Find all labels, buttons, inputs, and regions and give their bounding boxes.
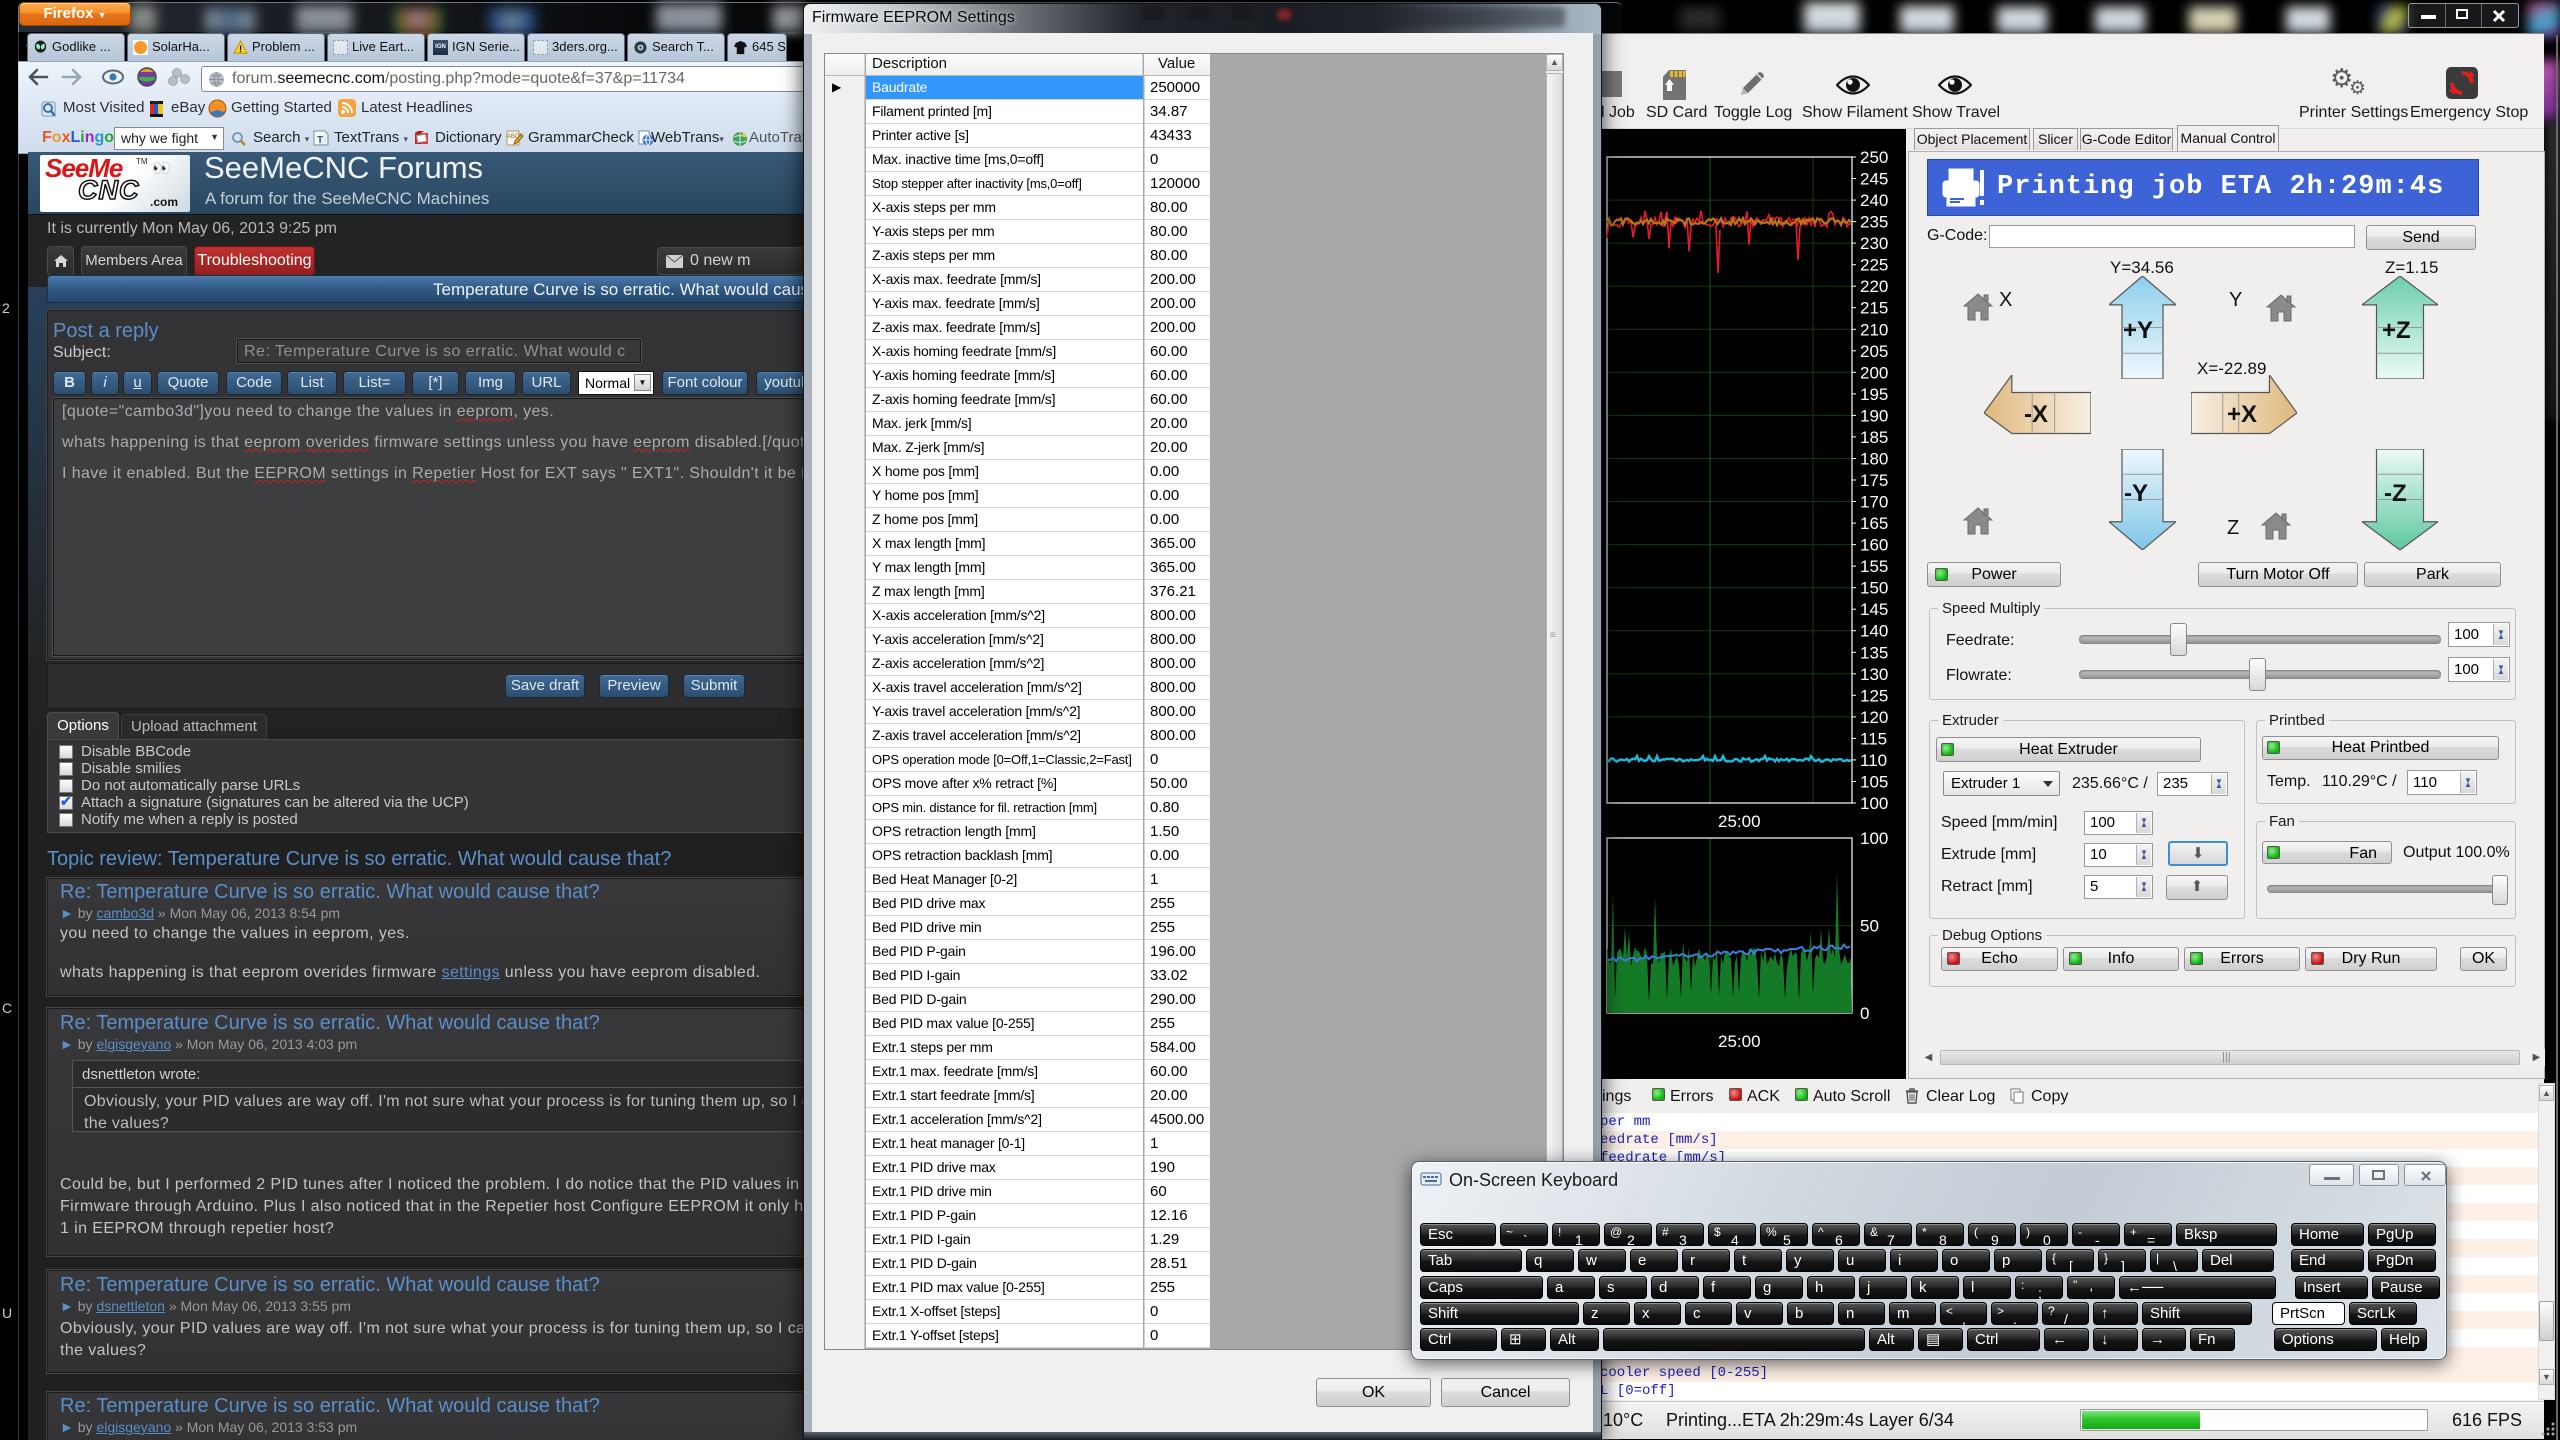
svg-text:+Z: +Z [2382, 317, 2411, 344]
svg-text:250: 250 [1860, 148, 1888, 167]
svg-text:+X: +X [2227, 401, 2257, 428]
svg-text:-Y: -Y [2124, 480, 2148, 507]
svg-text:215: 215 [1860, 299, 1888, 318]
svg-text:105: 105 [1860, 773, 1888, 792]
svg-text:135: 135 [1860, 643, 1888, 662]
svg-text:100: 100 [1860, 829, 1888, 848]
svg-text:25:00: 25:00 [1718, 1032, 1761, 1051]
svg-text:245: 245 [1860, 170, 1888, 189]
svg-text:230: 230 [1860, 234, 1888, 253]
svg-text:185: 185 [1860, 428, 1888, 447]
svg-text:140: 140 [1860, 622, 1888, 641]
svg-text:110: 110 [1860, 751, 1887, 770]
svg-text:-Z: -Z [2384, 480, 2407, 507]
svg-text:100: 100 [1860, 794, 1888, 813]
svg-text:220: 220 [1860, 277, 1888, 296]
svg-text:-X: -X [2024, 401, 2048, 428]
svg-text:235: 235 [1860, 213, 1888, 232]
svg-text:200: 200 [1860, 363, 1888, 382]
svg-text:!: ! [239, 44, 242, 54]
svg-text:160: 160 [1860, 536, 1888, 555]
svg-text:120: 120 [1860, 708, 1888, 727]
svg-text:195: 195 [1860, 385, 1888, 404]
svg-text:170: 170 [1860, 493, 1888, 512]
svg-text:130: 130 [1860, 665, 1888, 684]
svg-text:180: 180 [1860, 450, 1888, 469]
svg-text:25:00: 25:00 [1718, 812, 1761, 831]
svg-text:50: 50 [1860, 917, 1879, 936]
svg-text:145: 145 [1860, 600, 1888, 619]
svg-text:225: 225 [1860, 256, 1888, 275]
svg-text:205: 205 [1860, 342, 1888, 361]
svg-text:190: 190 [1860, 406, 1888, 425]
svg-text:210: 210 [1860, 320, 1888, 339]
svg-text:240: 240 [1860, 191, 1888, 210]
svg-text:125: 125 [1860, 686, 1888, 705]
svg-text:165: 165 [1860, 514, 1888, 533]
svg-text:155: 155 [1860, 557, 1888, 576]
svg-text:0: 0 [1860, 1004, 1869, 1023]
svg-text:+Y: +Y [2123, 317, 2153, 344]
svg-text:T: T [317, 135, 323, 146]
svg-text:175: 175 [1860, 471, 1888, 490]
svg-text:115: 115 [1860, 729, 1887, 748]
svg-text:150: 150 [1860, 579, 1888, 598]
